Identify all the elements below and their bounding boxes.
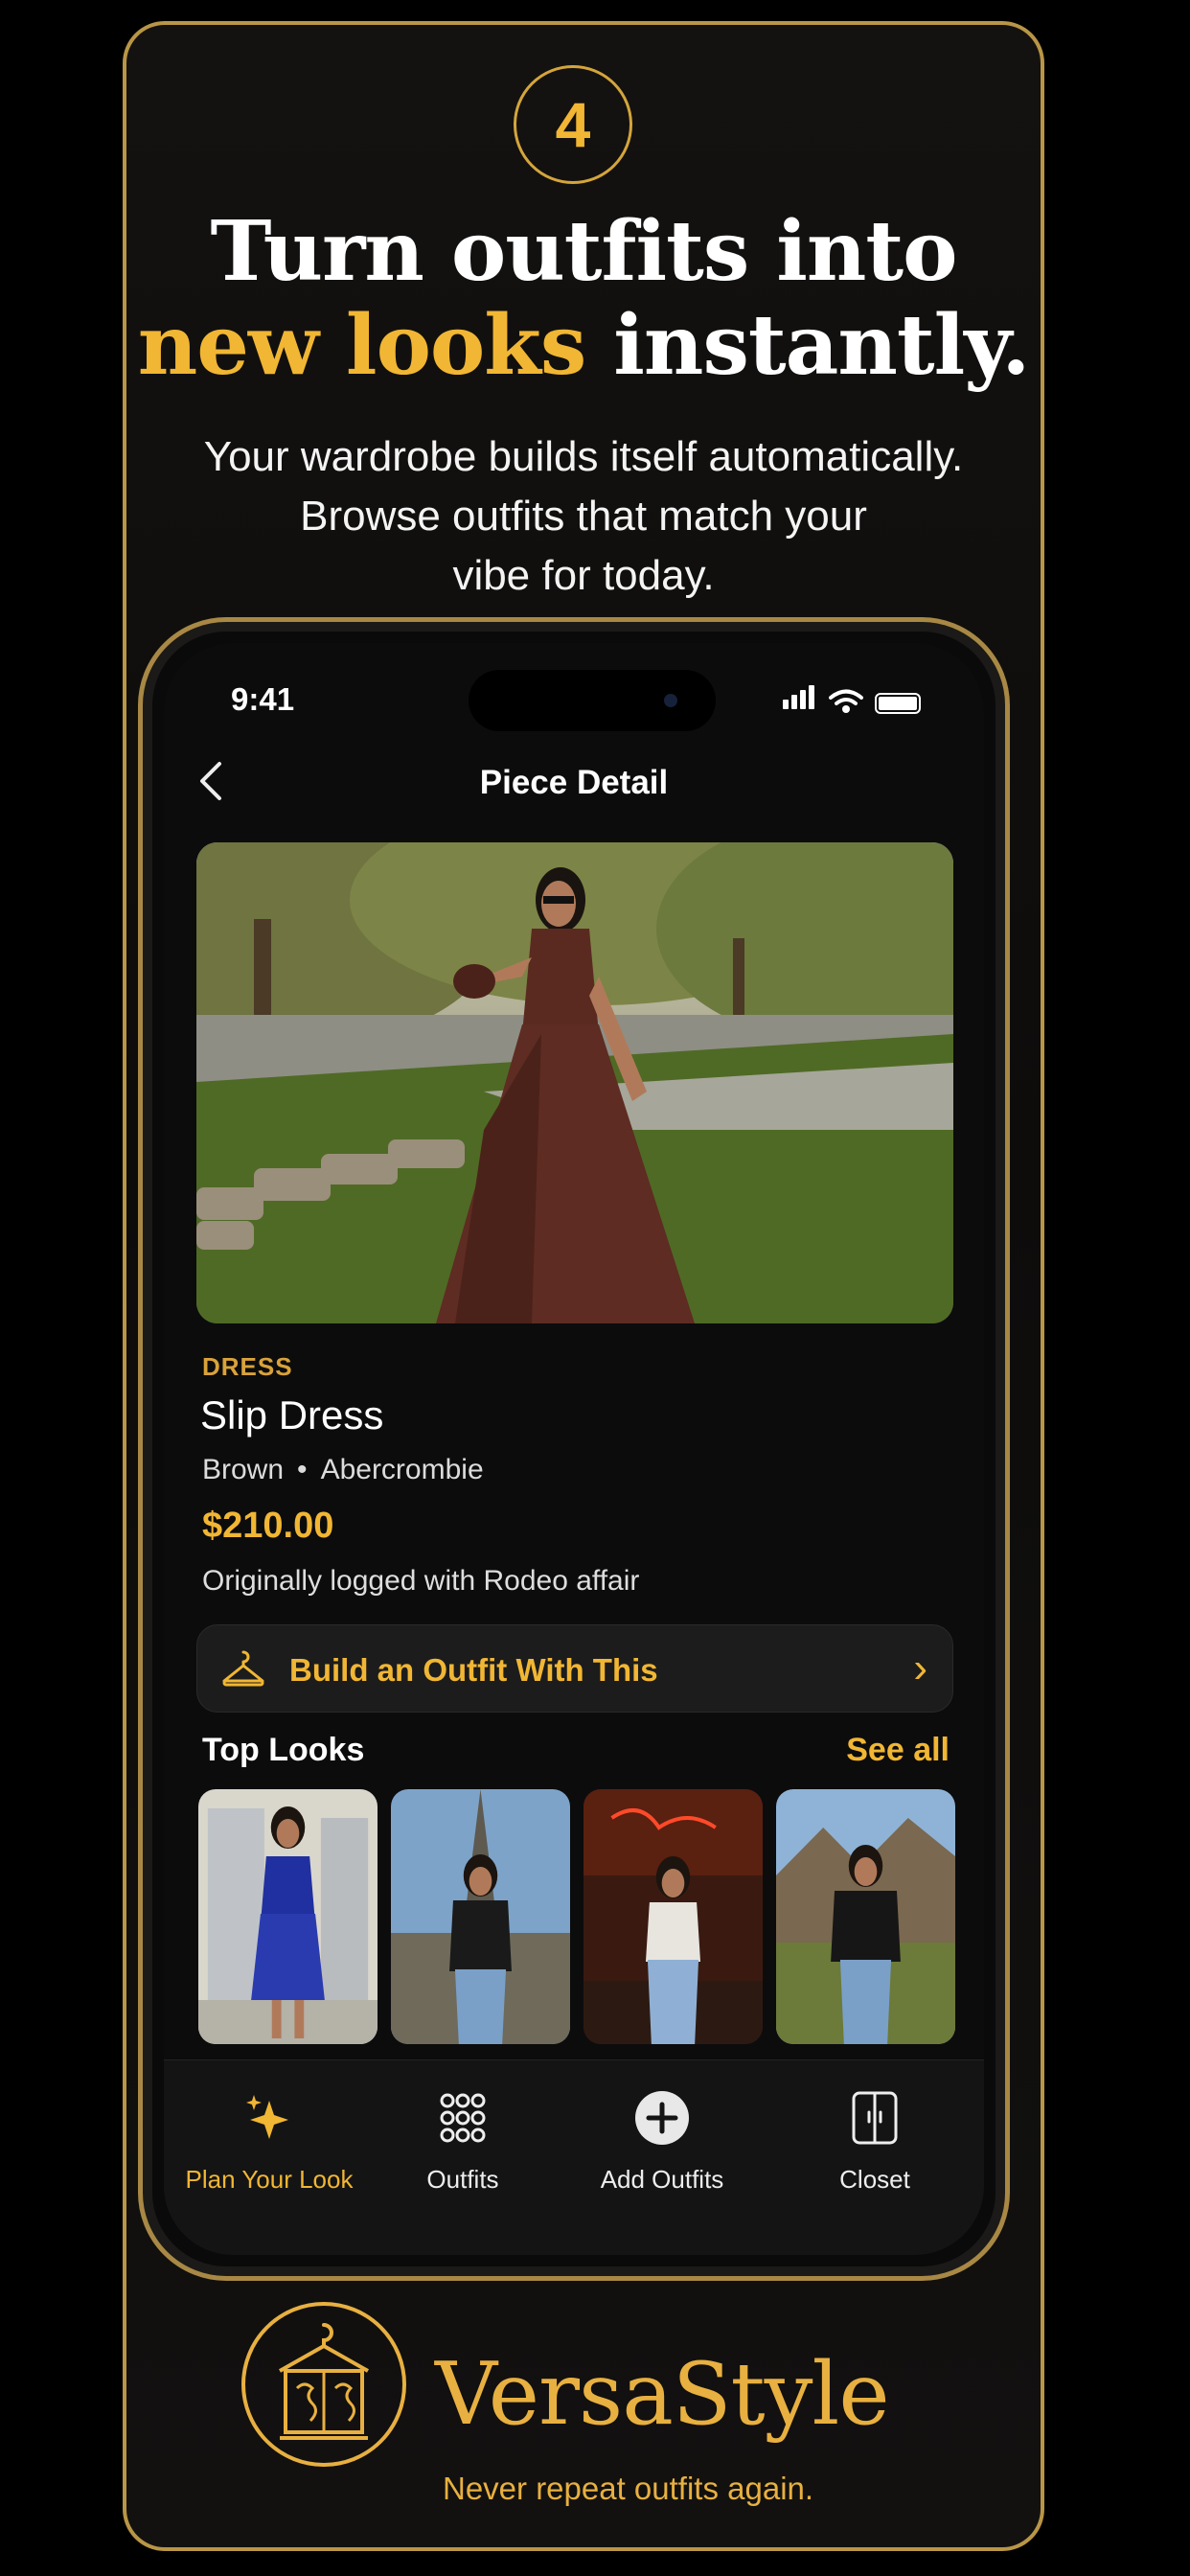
closet-icon xyxy=(852,2091,898,2145)
tab-label: Closet xyxy=(839,2165,910,2194)
look-thumbnail[interactable] xyxy=(391,1789,570,2044)
tab-label: Plan Your Look xyxy=(185,2165,354,2194)
wifi-icon xyxy=(829,689,863,713)
dynamic-island xyxy=(469,670,716,731)
piece-price: $210.00 xyxy=(202,1506,334,1546)
battery-icon xyxy=(875,693,921,714)
headline: Turn outfits into new looks instantly. xyxy=(126,205,1041,393)
piece-photo[interactable] xyxy=(196,842,953,1323)
headline-gold: new looks xyxy=(137,297,587,394)
headline-line1: Turn outfits into xyxy=(210,203,957,300)
piece-color: Brown xyxy=(202,1454,285,1485)
subtext-line1: Your wardrobe builds itself automaticall… xyxy=(203,433,964,480)
phone-frame: 9:41 Piece Detail DRESS Slip Dress Brown… xyxy=(138,617,1010,2281)
see-all-link[interactable]: See all xyxy=(846,1732,950,1769)
plus-circle-icon xyxy=(635,2091,689,2145)
build-outfit-label: Build an Outfit With This xyxy=(289,1652,658,1688)
top-looks-row xyxy=(198,1789,955,2044)
top-looks-title: Top Looks xyxy=(202,1732,365,1768)
grid-icon xyxy=(440,2093,486,2143)
tab-label: Outfits xyxy=(426,2165,499,2194)
piece-name: Slip Dress xyxy=(200,1392,384,1438)
look-thumbnail[interactable] xyxy=(198,1789,378,2044)
status-icons xyxy=(783,685,921,714)
meta-separator: • xyxy=(297,1454,308,1485)
tab-add-outfits[interactable]: Add Outfits xyxy=(566,2060,758,2195)
chevron-right-icon: › xyxy=(913,1644,927,1691)
subtext: Your wardrobe builds itself automaticall… xyxy=(146,427,1021,606)
build-outfit-button[interactable]: Build an Outfit With This › xyxy=(196,1624,953,1713)
subtext-line2: Browse outfits that match your xyxy=(300,493,867,540)
headline-rest: instantly. xyxy=(613,297,1030,394)
versastyle-logo xyxy=(241,2302,406,2467)
look-thumbnail[interactable] xyxy=(584,1789,763,2044)
hanger-icon xyxy=(222,1650,264,1687)
tab-closet[interactable]: Closet xyxy=(779,2060,971,2195)
tab-bar: Plan Your Look Outfits Add Outfits Close… xyxy=(164,2059,984,2255)
nav-title: Piece Detail xyxy=(479,764,669,801)
signal-icon xyxy=(783,685,817,714)
step-badge: 4 xyxy=(514,65,632,184)
promo-card: 4 Turn outfits into new looks instantly.… xyxy=(123,21,1044,2551)
status-time: 9:41 xyxy=(231,681,295,717)
tab-plan-your-look[interactable]: Plan Your Look xyxy=(173,2060,365,2195)
phone-screen: 9:41 Piece Detail DRESS Slip Dress Brown… xyxy=(164,643,984,2255)
piece-category: DRESS xyxy=(202,1352,293,1381)
subtext-line3: vibe for today. xyxy=(452,552,715,599)
brand-tagline: Never repeat outfits again. xyxy=(443,2471,814,2506)
tab-label: Add Outfits xyxy=(600,2165,724,2194)
brand-name: VersaStyle xyxy=(435,2344,890,2445)
origin-note: Originally logged with Rodeo affair xyxy=(202,1565,640,1597)
piece-brand: Abercrombie xyxy=(320,1454,484,1485)
tab-outfits[interactable]: Outfits xyxy=(367,2060,559,2195)
dress-photo-illustration xyxy=(196,842,953,1323)
piece-meta: Brown • Abercrombie xyxy=(202,1454,484,1486)
look-thumbnail[interactable] xyxy=(776,1789,955,2044)
sparkles-icon xyxy=(246,2095,288,2139)
headline-line2: new looks instantly. xyxy=(126,299,1041,393)
